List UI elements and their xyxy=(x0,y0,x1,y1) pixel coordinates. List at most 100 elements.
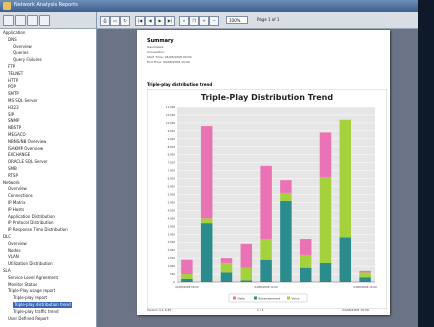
export-icon[interactable]: ▭ xyxy=(110,16,120,26)
bar-entertainment xyxy=(200,223,213,282)
tree-item[interactable]: IP Response Time Distribution xyxy=(8,227,68,233)
tree-item[interactable]: Utilization Distribution xyxy=(8,261,53,267)
y-tick-label: 2,500 xyxy=(168,240,176,244)
bar-entertainment xyxy=(299,267,312,282)
refresh-icon[interactable] xyxy=(15,15,26,26)
tree-item[interactable]: SMB xyxy=(8,166,17,172)
tree-item[interactable]: Overview xyxy=(8,241,27,247)
y-tick-label: 2,000 xyxy=(168,248,176,252)
last-page-button[interactable]: ▶| xyxy=(165,16,175,26)
y-tick-label: 10,500 xyxy=(166,113,175,117)
back-icon[interactable] xyxy=(3,15,14,26)
bar-entertainment xyxy=(260,259,272,282)
tree-item[interactable]: DNS xyxy=(8,37,17,43)
tree-item[interactable]: SIP xyxy=(8,112,14,118)
footer-version: Version 9.1.0.87 xyxy=(147,308,172,312)
first-page-button[interactable]: |◀ xyxy=(135,16,145,26)
y-tick-label: 6,500 xyxy=(168,177,176,181)
y-tick-label: 1,500 xyxy=(168,256,176,260)
zoom-in-icon[interactable]: + xyxy=(199,16,209,26)
zoom-out-icon[interactable]: − xyxy=(209,16,219,26)
tree-item[interactable]: Monitor Status xyxy=(8,282,37,288)
tree-item[interactable]: Query Failures xyxy=(13,57,42,63)
y-tick-label: 5,000 xyxy=(168,200,176,204)
page-indicator: Page 1 of 1 xyxy=(257,17,280,22)
tree-item[interactable]: POP xyxy=(8,84,16,90)
refresh-icon[interactable]: ↻ xyxy=(120,16,130,26)
y-tick-label: 6,000 xyxy=(168,185,176,189)
tree-item[interactable]: Service Level Agreement xyxy=(8,275,58,281)
tree-item[interactable]: SLA xyxy=(3,268,11,274)
tree-item[interactable]: ORACLE SQL Server xyxy=(8,159,48,165)
y-tick-label: 9,000 xyxy=(168,137,176,141)
y-tick-label: 4,000 xyxy=(168,216,176,220)
tree-item[interactable]: Triple-play traffic trend xyxy=(13,309,59,315)
y-tick-label: 4,500 xyxy=(168,208,176,212)
y-tick-label: 8,500 xyxy=(168,145,176,149)
chart-title: Triple-Play Distribution Trend xyxy=(201,93,334,102)
tree-item[interactable]: Triple-Play usage report xyxy=(8,288,55,294)
tree-item[interactable]: NBSTP xyxy=(8,125,21,131)
tree-item[interactable]: Network xyxy=(3,180,20,186)
tree-item[interactable]: FTP xyxy=(8,64,15,70)
bar-voice xyxy=(240,267,253,281)
zoom-select[interactable]: 100% xyxy=(226,16,248,24)
tree-item[interactable]: Overview xyxy=(13,44,32,50)
tree-item[interactable]: Application Distribution xyxy=(8,214,55,220)
print-icon[interactable]: ⎙ xyxy=(100,16,110,26)
tree-item[interactable]: Queries xyxy=(13,50,28,56)
tree-item[interactable]: Connections xyxy=(8,193,33,199)
bar-voice xyxy=(319,177,332,263)
tree-item[interactable]: Overview xyxy=(8,186,27,192)
tree-item[interactable]: MEGACO xyxy=(8,132,26,138)
export-icon[interactable] xyxy=(39,15,50,26)
tree-item[interactable]: HTTP xyxy=(8,78,18,84)
tree-item[interactable]: RTSP xyxy=(8,173,18,179)
next-page-button[interactable]: ▶ xyxy=(155,16,165,26)
bar-entertainment xyxy=(220,272,233,282)
tree-item[interactable]: NBNS/NB Overview xyxy=(8,139,46,145)
tree-item[interactable]: IP Hosts xyxy=(8,207,24,213)
tree-item[interactable]: User Defined Report xyxy=(8,316,49,322)
footer-page: 1 / 1 xyxy=(257,308,264,312)
report-meta-line: Connection: xyxy=(147,50,165,54)
y-tick-label: 3,500 xyxy=(168,224,176,228)
tree-item[interactable]: SNMP xyxy=(8,118,19,124)
tree-item[interactable]: MS SQL Server xyxy=(8,98,38,104)
prev-page-button[interactable]: ◀ xyxy=(145,16,155,26)
report-page: Summary Generated: Connection: Start Tim… xyxy=(137,30,390,315)
tree-item[interactable]: SMTP xyxy=(8,91,19,97)
bar-data xyxy=(319,132,332,177)
tree-item[interactable]: IP Matrix xyxy=(8,200,25,206)
legend-swatch xyxy=(287,296,290,300)
y-tick-label: 11,000 xyxy=(166,105,175,109)
tree-item[interactable]: H323 xyxy=(8,105,19,111)
bar-voice xyxy=(181,274,193,279)
tree-item[interactable]: ISAKMP Overview xyxy=(8,146,43,152)
find-icon[interactable]: ⌕ xyxy=(179,16,189,26)
tree-item[interactable]: IP Protocol Distribution xyxy=(8,220,54,226)
tree-item[interactable]: Triple-play report xyxy=(13,295,47,301)
tree-item[interactable]: TELNET xyxy=(8,71,23,77)
tree-toolbar xyxy=(0,12,96,29)
x-tick-label: 04/08/2008 15:00 xyxy=(353,285,377,289)
tree-item[interactable]: DLC xyxy=(3,234,11,240)
bar-voice xyxy=(200,218,213,224)
print-icon[interactable] xyxy=(27,15,38,26)
desktop-edge xyxy=(418,0,434,327)
y-tick-label: 8,000 xyxy=(168,153,176,157)
bar-entertainment xyxy=(280,200,292,282)
bar-voice xyxy=(299,254,312,268)
y-tick-label: 5,500 xyxy=(168,193,176,197)
tree-item[interactable]: Triple-play distribution trend xyxy=(13,302,72,308)
tree-item[interactable]: EXCHANGE xyxy=(8,152,30,158)
report-tree-panel: Application DNS Overview Queries Query Failu… xyxy=(0,12,97,327)
bar-data xyxy=(240,243,253,268)
app-icon xyxy=(3,2,11,10)
tree-item[interactable]: Nodes xyxy=(8,248,21,254)
legend-swatch xyxy=(254,296,257,300)
tree-item[interactable]: VLAN xyxy=(8,254,19,260)
legend-label: Voice xyxy=(292,297,300,301)
tree-item[interactable]: Application xyxy=(3,30,25,36)
copy-icon[interactable]: ❐ xyxy=(189,16,199,26)
